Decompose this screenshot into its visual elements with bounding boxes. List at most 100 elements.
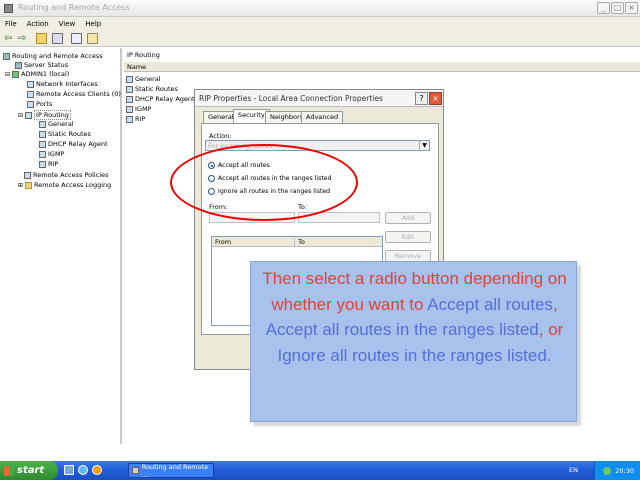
tree-item-remote-access-logging[interactable]: ⊞ Remote Access Logging	[18, 181, 111, 189]
list-item[interactable]: RIP	[126, 115, 145, 123]
server-icon	[12, 70, 20, 78]
tree-label: Server Status	[24, 61, 69, 69]
quicklaunch-desktop-icon[interactable]	[64, 465, 74, 475]
toolbar: ⇦ ⇨	[0, 31, 640, 47]
edit-button[interactable]: Edit	[385, 231, 431, 243]
back-icon[interactable]: ⇦	[4, 33, 12, 44]
tree-item-remote-access-policies[interactable]: Remote Access Policies	[24, 171, 109, 179]
list-item[interactable]: DHCP Relay Agent	[126, 95, 195, 103]
menu-help[interactable]: Help	[85, 20, 101, 28]
tree-label: Remote Access Logging	[34, 181, 112, 189]
forward-icon[interactable]: ⇨	[18, 33, 26, 44]
list-item-label: RIP	[135, 115, 146, 123]
list-item-label: IGMP	[135, 105, 152, 113]
column-name[interactable]: Name	[127, 63, 146, 71]
ports-icon	[27, 100, 34, 108]
network-icon	[27, 80, 34, 88]
collapse-icon[interactable]: ⊟	[18, 112, 23, 119]
list-item[interactable]: IGMP	[126, 105, 151, 113]
taskbar: start Routing and Remote ... EN 20:30	[0, 461, 640, 480]
start-button[interactable]: start	[0, 461, 58, 480]
maximize-button[interactable]: □	[611, 2, 624, 14]
tree-label: General	[48, 120, 74, 128]
tutorial-callout: Then select a radio button depending on …	[250, 261, 577, 422]
up-folder-icon[interactable]	[36, 33, 47, 44]
clock[interactable]: 20:30	[615, 467, 634, 475]
tree-item-remote-access-clients[interactable]: Remote Access Clients (0)	[27, 90, 121, 98]
igmp-icon	[39, 150, 46, 158]
action-label: Action:	[209, 132, 232, 140]
system-tray: 20:30	[594, 461, 640, 480]
callout-option-1: Accept all routes	[427, 294, 553, 314]
list-header: From To	[212, 237, 382, 247]
tree-label: Routing and Remote Access	[12, 52, 103, 60]
list-item-label: DHCP Relay Agent	[135, 95, 195, 103]
quicklaunch-ie-icon[interactable]	[78, 465, 88, 475]
windows-logo-icon	[4, 465, 14, 476]
static-routes-icon	[126, 85, 133, 93]
window-title-bar: Routing and Remote Access _ □ ×	[0, 0, 640, 17]
export-list-icon[interactable]	[71, 33, 82, 44]
rip-icon	[126, 115, 133, 123]
callout-option-3: Ignore all routes in the ranges listed	[277, 345, 547, 365]
tree-item-rip[interactable]: RIP	[39, 160, 58, 168]
taskbar-item-rras[interactable]: Routing and Remote ...	[128, 462, 214, 479]
help-icon[interactable]	[87, 33, 98, 44]
tree-label: Static Routes	[48, 130, 91, 138]
list-item[interactable]: General	[126, 75, 161, 83]
console-tree: Routing and Remote Access Server Status …	[0, 48, 122, 444]
tree-label: IGMP	[48, 150, 65, 158]
language-indicator[interactable]: EN	[569, 466, 578, 474]
callout-period: .	[546, 345, 552, 365]
list-item-label: Static Routes	[135, 85, 178, 93]
tree-item-server-status[interactable]: Server Status	[15, 61, 68, 69]
server-icon	[15, 61, 22, 69]
dialog-close-button[interactable]: ×	[429, 92, 442, 105]
menu-action[interactable]: Action	[27, 20, 49, 28]
routing-icon	[25, 111, 33, 119]
collapse-icon[interactable]: ⊟	[5, 71, 10, 78]
menu-bar: File Action View Help	[0, 17, 640, 31]
taskbar-item-label: Routing and Remote ...	[141, 462, 209, 479]
dialog-help-button[interactable]: ?	[415, 92, 428, 105]
window-title: Routing and Remote Access	[18, 3, 130, 12]
menu-file[interactable]: File	[5, 20, 17, 28]
chevron-down-icon[interactable]: ▼	[419, 141, 429, 150]
igmp-icon	[126, 105, 133, 113]
general-icon	[39, 120, 46, 128]
add-button[interactable]: Add	[385, 212, 431, 224]
show-hide-tree-icon[interactable]	[52, 33, 63, 44]
callout-separator: , or	[538, 320, 564, 339]
network-tray-icon[interactable]	[603, 466, 612, 475]
tree-label: Remote Access Policies	[33, 171, 109, 179]
expand-icon[interactable]: ⊞	[18, 182, 23, 189]
column-from[interactable]: From	[215, 238, 231, 246]
tree-item-server[interactable]: ⊟ ADMIN1 (local)	[5, 70, 69, 78]
tree-item-static-routes[interactable]: Static Routes	[39, 130, 91, 138]
tree-item-network-interfaces[interactable]: Network Interfaces	[27, 80, 98, 88]
dhcp-icon	[126, 95, 133, 103]
close-button[interactable]: ×	[625, 2, 638, 14]
folder-icon	[25, 181, 33, 189]
tree-item-dhcp-relay-agent[interactable]: DHCP Relay Agent	[39, 140, 108, 148]
tree-label: ADMIN1 (local)	[21, 70, 70, 78]
dhcp-icon	[39, 140, 46, 148]
tree-item-general[interactable]: General	[39, 120, 74, 128]
tree-label: IP Routing	[34, 110, 71, 120]
list-item[interactable]: Static Routes	[126, 85, 178, 93]
column-to[interactable]: To	[294, 238, 305, 246]
start-label: start	[17, 465, 45, 476]
menu-view[interactable]: View	[59, 20, 76, 28]
minimize-button[interactable]: _	[597, 2, 610, 14]
tree-item-ip-routing[interactable]: ⊟ IP Routing	[18, 110, 71, 120]
tree-item-ports[interactable]: Ports	[27, 100, 52, 108]
rras-icon	[3, 52, 10, 60]
details-pane-header: IP Routing	[127, 51, 160, 59]
tree-item-root[interactable]: Routing and Remote Access	[3, 52, 103, 60]
tab-advanced[interactable]: Advanced	[301, 111, 344, 123]
tree-item-igmp[interactable]: IGMP	[39, 150, 64, 158]
rras-icon	[132, 467, 139, 474]
tree-label: Ports	[36, 100, 53, 108]
callout-option-2: Accept all routes in the ranges listed	[265, 320, 539, 339]
quicklaunch-media-icon[interactable]	[92, 465, 102, 475]
